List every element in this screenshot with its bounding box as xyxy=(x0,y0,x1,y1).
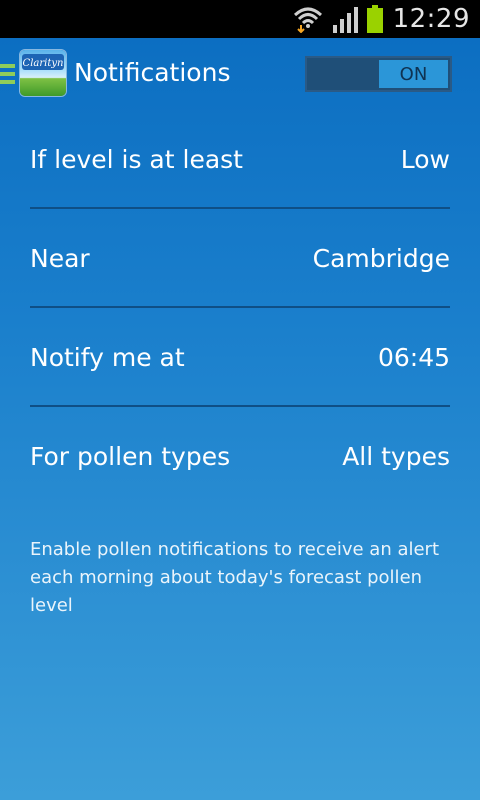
setting-label: For pollen types xyxy=(30,442,231,471)
setting-value: Low xyxy=(400,145,450,174)
status-bar: 12:29 xyxy=(0,0,480,38)
app-logo[interactable]: Clarityn xyxy=(20,50,66,96)
signal-icon xyxy=(332,7,358,33)
setting-label: Near xyxy=(30,244,90,273)
status-icons: 12:29 xyxy=(293,0,470,38)
setting-value: 06:45 xyxy=(377,343,450,372)
setting-value: All types xyxy=(342,442,450,471)
setting-label: Notify me at xyxy=(30,343,185,372)
page-title: Notifications xyxy=(74,58,231,87)
action-bar: Clarityn Notifications ON xyxy=(0,38,480,112)
wifi-icon xyxy=(293,7,322,33)
setting-row-location[interactable]: Near Cambridge xyxy=(30,210,450,308)
setting-value: Cambridge xyxy=(312,244,450,273)
setting-row-time[interactable]: Notify me at 06:45 xyxy=(30,309,450,407)
toggle-label: ON xyxy=(379,60,448,88)
logo-text: Clarityn xyxy=(23,58,64,69)
drawer-menu-icon[interactable] xyxy=(0,64,16,86)
clarityn-logo: Clarityn xyxy=(22,54,64,70)
battery-icon xyxy=(366,5,383,33)
divider xyxy=(30,306,450,308)
info-text: Enable pollen notifications to receive a… xyxy=(30,539,440,616)
clock: 12:29 xyxy=(392,4,470,34)
setting-row-level[interactable]: If level is at least Low xyxy=(30,111,450,209)
setting-row-pollen-types[interactable]: For pollen types All types xyxy=(30,408,450,506)
divider xyxy=(30,405,450,407)
setting-label: If level is at least xyxy=(30,145,243,174)
notifications-toggle[interactable]: ON xyxy=(305,56,452,92)
divider xyxy=(30,207,450,209)
